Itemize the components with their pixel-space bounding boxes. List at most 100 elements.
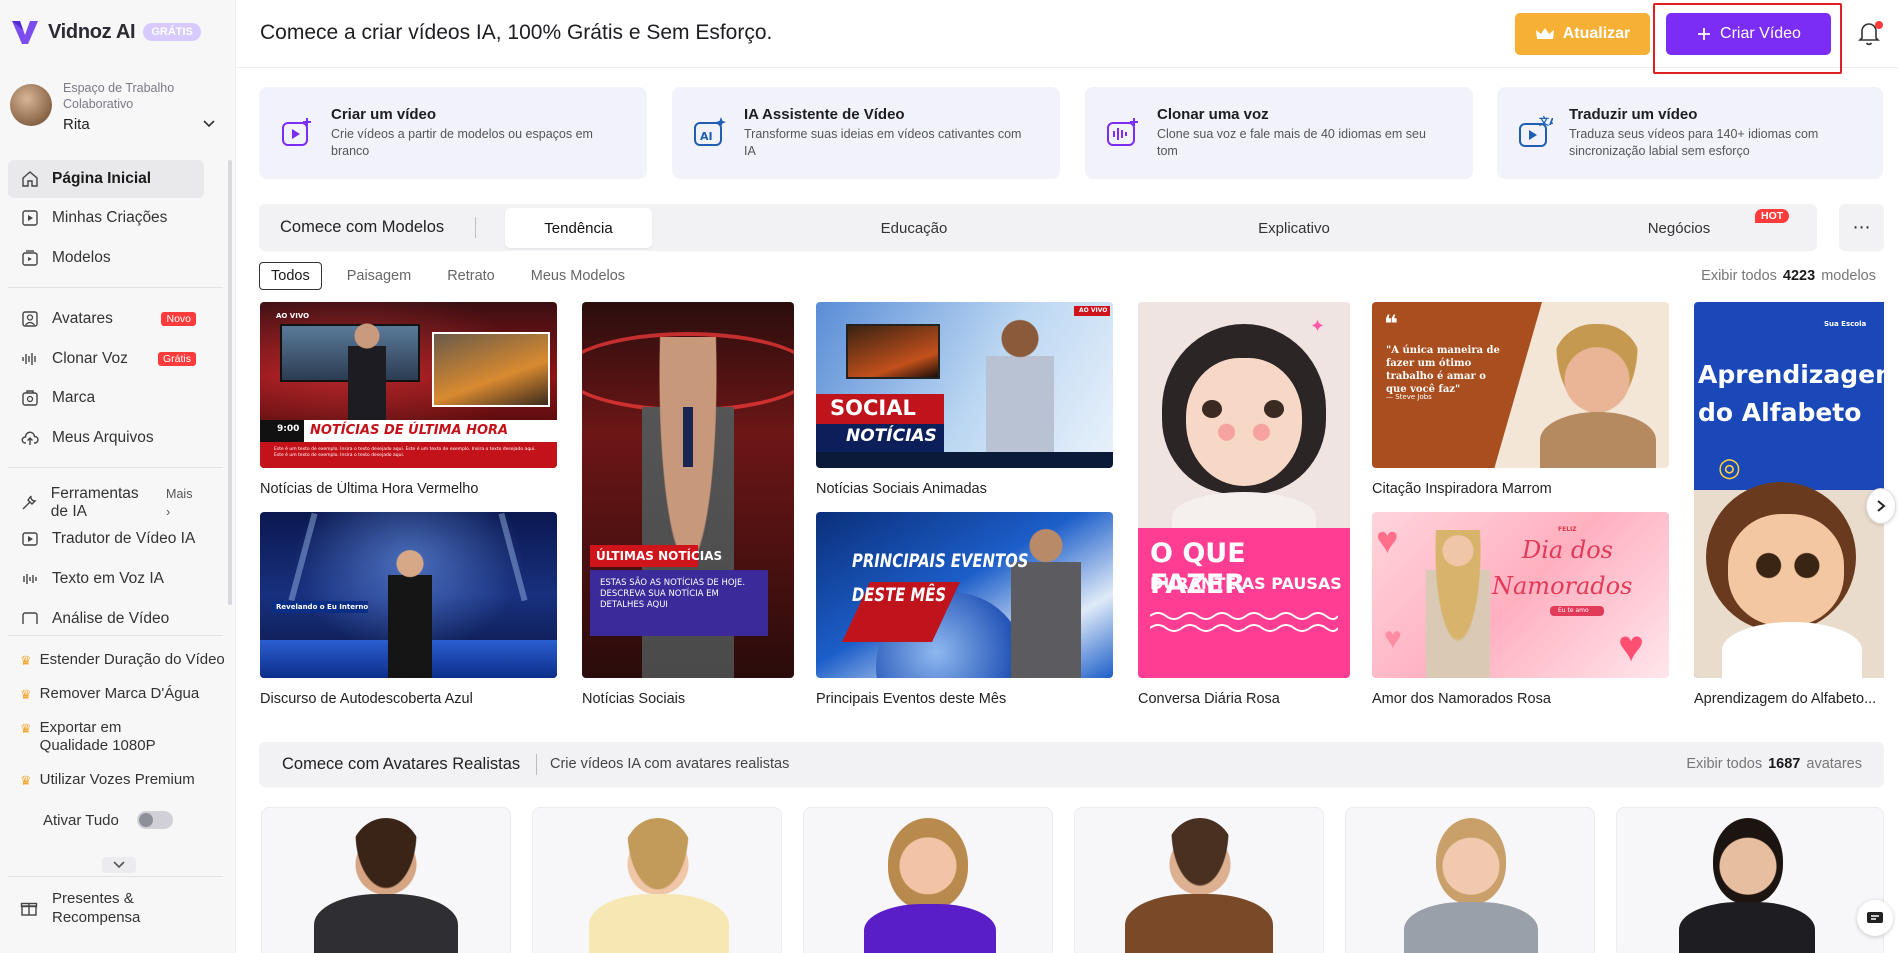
sidebar-item-brand[interactable]: Marca	[8, 379, 204, 417]
template-caption[interactable]: Amor dos Namorados Rosa	[1372, 691, 1669, 707]
avatar-card[interactable]	[803, 807, 1053, 953]
tab-trending[interactable]: Tendência	[505, 208, 652, 248]
swirl-decoration: ◎	[1718, 452, 1741, 482]
sidebar-item-video-translator[interactable]: Tradutor de Vídeo IA	[8, 520, 204, 558]
headline-line2: Namorados	[1492, 572, 1633, 600]
avatar-icon	[20, 309, 40, 329]
headline-line1: Aprendizagem	[1698, 360, 1884, 389]
view-all-avatars-link[interactable]: Exibir todos 1687 avatares	[1686, 756, 1862, 772]
play-square-icon	[20, 208, 40, 228]
tab-explainer[interactable]: Explicativo	[1184, 208, 1404, 248]
feature-clone-voice[interactable]: Clonar uma voz Clone sua voz e fale mais …	[1085, 87, 1473, 179]
feature-translate-video[interactable]: 文A Traduzir um vídeo Traduza seus vídeos …	[1497, 87, 1883, 179]
template-caption[interactable]: Citação Inspiradora Marrom	[1372, 481, 1669, 497]
filter-all[interactable]: Todos	[259, 262, 322, 290]
chevron-down-icon	[203, 120, 215, 128]
sidebar-item-label: Marca	[52, 389, 96, 406]
chat-icon	[1867, 912, 1883, 923]
sidebar-item-my-creations[interactable]: Minhas Criações	[8, 199, 204, 237]
sidebar-item-text-to-speech[interactable]: Texto em Voz IA	[8, 560, 204, 598]
template-thumb-animated-social-news[interactable]: SOCIAL NOTÍCIAS AO VIVO	[816, 302, 1113, 468]
sidebar-divider	[8, 287, 223, 288]
brand-text: Sua Escola	[1824, 320, 1867, 328]
more-tabs-button[interactable]: ⋯	[1839, 204, 1884, 251]
template-caption[interactable]: Principais Eventos deste Mês	[816, 691, 1113, 707]
ai-tools-more-link[interactable]: Mais ›	[166, 485, 198, 521]
sidebar-item-home[interactable]: Página Inicial	[8, 160, 204, 198]
template-thumb-main-events[interactable]: PRINCIPAIS EVENTOS DESTE MÊS	[816, 512, 1113, 678]
vidnoz-logo-icon	[12, 21, 38, 44]
feature-ai-assistant[interactable]: AI IA Assistente de Vídeo Transforme suas…	[672, 87, 1060, 179]
gift-icon	[20, 902, 38, 916]
translate-video-icon	[20, 529, 40, 549]
premium-export-1080p[interactable]: ♛ Exportar em Qualidade 1080P	[20, 719, 190, 755]
sidebar-item-label: Avatares	[52, 310, 113, 327]
support-chat-button[interactable]	[1857, 900, 1893, 936]
avatar-card[interactable]	[261, 807, 511, 953]
feature-create-video[interactable]: Criar um vídeo Crie vídeos a partir de mo…	[259, 87, 647, 179]
gifts-rewards-link[interactable]: Presentes & Recompensa	[20, 889, 162, 927]
sidebar-item-video-analysis[interactable]: Análise de Vídeo	[8, 600, 204, 624]
filter-landscape[interactable]: Paisagem	[336, 263, 422, 289]
premium-remove-watermark[interactable]: ♛ Remover Marca D'Água	[20, 685, 230, 704]
avatar-card[interactable]	[532, 807, 782, 953]
headline-text: ÚLTIMAS NOTÍCIAS	[596, 549, 723, 563]
template-thumb-breaking-news[interactable]: AO VIVO 9:00 NOTÍCIAS DE ÚLTIMA HORA Est…	[260, 302, 557, 468]
avatars-section-bar: Comece com Avatares Realistas Crie vídeo…	[259, 742, 1884, 787]
sidebar-scrollbar[interactable]	[228, 160, 232, 605]
avatar-card[interactable]	[1616, 807, 1884, 953]
heart-decoration: ♥	[1384, 622, 1402, 655]
view-all-templates-link[interactable]: Exibir todos 4223 modelos	[1701, 268, 1876, 284]
template-caption[interactable]: Notícias de Última Hora Vermelho	[260, 481, 557, 497]
collapse-button[interactable]	[102, 857, 136, 873]
template-thumb-self-discovery[interactable]: Revelando o Eu Interno	[260, 512, 557, 678]
template-thumb-inspiring-quote[interactable]: ❝ "A única maneira de fazer um ótimo tra…	[1372, 302, 1669, 468]
feature-title: Criar um vídeo	[331, 106, 437, 123]
filter-portrait[interactable]: Retrato	[436, 263, 506, 289]
small-text: FELIZ	[1558, 526, 1577, 533]
quote-mark: ❝	[1384, 310, 1399, 338]
sidebar-divider	[8, 635, 223, 636]
sidebar-item-clone-voice[interactable]: Clonar Voz Grátis	[8, 340, 204, 378]
sidebar-item-avatars[interactable]: Avatares Novo	[8, 300, 204, 338]
template-caption[interactable]: Conversa Diária Rosa	[1138, 691, 1350, 707]
tab-education[interactable]: Educação	[804, 208, 1024, 248]
sidebar-item-templates[interactable]: Modelos	[8, 239, 204, 277]
template-caption[interactable]: Notícias Sociais Animadas	[816, 481, 1113, 497]
premium-voices[interactable]: ♛ Utilizar Vozes Premium	[20, 771, 230, 790]
home-icon	[20, 169, 40, 189]
upgrade-button[interactable]: Atualizar	[1515, 13, 1650, 55]
sidebar-scroll-clip: Análise de Vídeo	[0, 600, 235, 624]
svg-text:文A: 文A	[1539, 115, 1553, 128]
create-video-button[interactable]: Criar Vídeo	[1666, 13, 1831, 55]
chevron-down-icon	[113, 861, 125, 869]
carousel-next-button[interactable]	[1866, 488, 1896, 524]
activate-all-toggle[interactable]	[136, 811, 173, 829]
template-thumb-alphabet[interactable]: Sua Escola Aprendizagem do Alfabeto ◎	[1694, 302, 1884, 678]
headline-line2: do Alfabeto	[1698, 398, 1862, 427]
app-logo[interactable]: Vidnoz AI GRÁTIS	[10, 18, 201, 46]
premium-extend-duration[interactable]: ♛ Estender Duração do Vídeo	[20, 651, 230, 670]
free-badge: Grátis	[157, 352, 196, 366]
avatar-card[interactable]	[1074, 807, 1324, 953]
template-thumb-daily-conversation[interactable]: O QUE FAZER DURANTE AS PAUSAS ✦	[1138, 302, 1350, 678]
feature-title: Clonar uma voz	[1157, 106, 1269, 123]
avatar-card[interactable]	[1345, 807, 1595, 953]
tools-icon	[20, 493, 39, 513]
sidebar-item-label: Texto em Voz IA	[52, 570, 164, 587]
sidebar-item-label: Clonar Voz	[52, 350, 128, 367]
sidebar-item-label: Meus Arquivos	[52, 429, 154, 446]
feature-desc: Clone sua voz e fale mais de 40 idiomas …	[1157, 127, 1426, 158]
app-name: Vidnoz AI	[48, 20, 136, 43]
template-tabs-bar: Comece com Modelos Tendência Educação Ex…	[259, 204, 1817, 251]
template-caption[interactable]: Notícias Sociais	[582, 691, 794, 707]
template-caption[interactable]: Discurso de Autodescoberta Azul	[260, 691, 557, 707]
sidebar-item-my-files[interactable]: Meus Arquivos	[8, 419, 204, 457]
workspace-switcher[interactable]: Espaço de Trabalho Colaborativo Rita	[10, 80, 220, 136]
filter-my-templates[interactable]: Meus Modelos	[520, 263, 636, 289]
template-caption[interactable]: Aprendizagem do Alfabeto...	[1694, 691, 1884, 707]
feature-desc: Traduza seus vídeos para 140+ idiomas co…	[1569, 127, 1819, 158]
live-tag: AO VIVO	[276, 312, 310, 320]
template-thumb-social-news[interactable]: ÚLTIMAS NOTÍCIAS ESTAS SÃO AS NOTÍCIAS D…	[582, 302, 794, 678]
template-thumb-valentine[interactable]: ♥ ♥ ♥ FELIZ Dia dos Namorados Eu te amo	[1372, 512, 1669, 678]
